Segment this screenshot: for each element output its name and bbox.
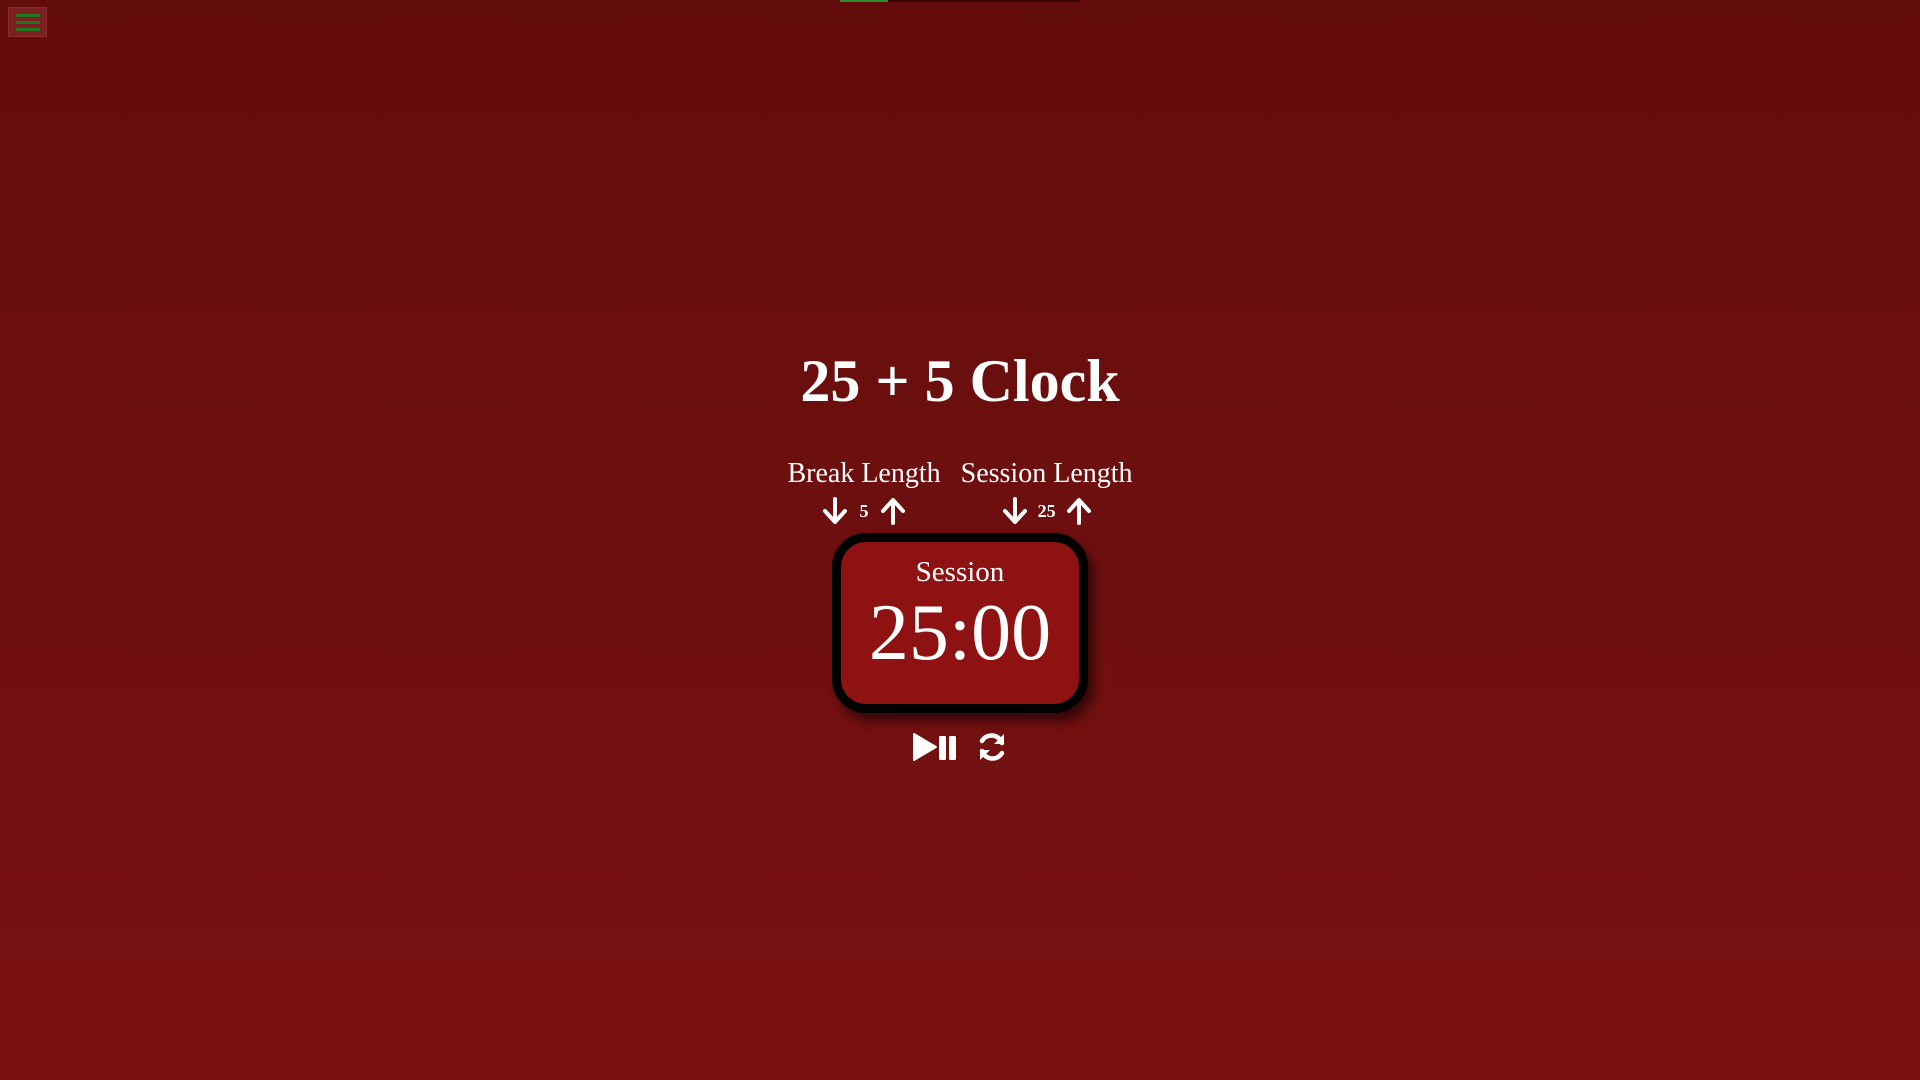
menu-icon-bar — [15, 27, 40, 31]
timer-controls — [0, 729, 1920, 765]
menu-button[interactable] — [8, 7, 47, 37]
menu-icon-bar — [15, 20, 40, 24]
reset-button[interactable] — [976, 729, 1008, 765]
break-label: Break Length — [787, 458, 941, 489]
break-decrement-button[interactable] — [820, 496, 850, 526]
timer-label: Session — [915, 556, 1005, 588]
arrow-down-icon — [823, 497, 848, 524]
break-length-value: 5 — [859, 500, 869, 521]
session-decrement-button[interactable] — [1000, 496, 1030, 526]
session-increment-button[interactable] — [1064, 496, 1094, 526]
menu-icon — [15, 13, 40, 17]
session-control: Session Length 25 — [961, 454, 1133, 528]
play-pause-icon — [913, 733, 956, 761]
page-title: 25 + 5 Clock — [800, 348, 1120, 414]
arrow-up-icon — [1066, 498, 1091, 525]
break-adjust-row: 5 — [820, 494, 908, 528]
timer-display: Session 25:00 — [832, 533, 1088, 713]
session-label: Session Length — [960, 458, 1133, 489]
progress-strip — [840, 0, 1080, 2]
arrow-down-icon — [1002, 497, 1027, 524]
arrow-up-icon — [881, 498, 906, 525]
break-increment-button[interactable] — [878, 496, 908, 526]
length-controls: Break Length 5 Session Length 25 — [0, 454, 1920, 528]
session-adjust-row: 25 — [1000, 494, 1094, 528]
session-length-value: 25 — [1037, 500, 1056, 521]
refresh-icon — [979, 733, 1005, 761]
time-left: 25:00 — [868, 589, 1052, 677]
progress-fill — [840, 0, 888, 2]
break-control: Break Length 5 — [787, 454, 941, 528]
start-stop-button[interactable] — [912, 729, 958, 765]
